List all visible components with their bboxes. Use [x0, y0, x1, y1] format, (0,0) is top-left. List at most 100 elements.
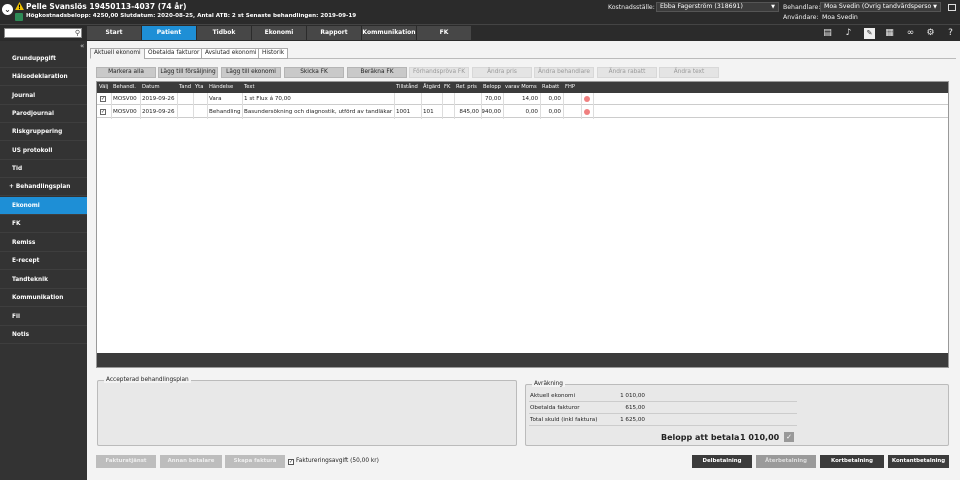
change-text-button[interactable]: Ändra text — [659, 67, 719, 78]
popout-window-icon[interactable] — [948, 4, 956, 11]
cost-center-select[interactable]: Ebba Fagerström (318691) ▼ — [656, 2, 779, 12]
col-divider — [503, 93, 504, 119]
notes-icon[interactable]: ✎ — [864, 28, 875, 39]
card-payment-button[interactable]: Kortbetalning — [820, 455, 884, 468]
sidebar-item-fil[interactable]: Fil — [0, 308, 87, 326]
invoice-service-button[interactable]: Fakturatjänst — [96, 455, 156, 468]
expand-icon[interactable]: + — [9, 184, 14, 190]
col-fhp[interactable]: FHP — [563, 82, 581, 93]
col-belopp[interactable]: Belopp — [481, 82, 503, 93]
table-row[interactable]: ✓ MOSV00 2019-09-26 Vara 1 st Flux á 70,… — [97, 93, 948, 105]
tab-historik[interactable]: Historik — [258, 48, 289, 59]
user-value: Moa Svedin — [822, 14, 858, 21]
sidebar-item-tandteknik[interactable]: Tandteknik — [0, 271, 87, 289]
row-checkbox[interactable]: ✓ — [100, 96, 106, 102]
sidebar-item-grunduppgift[interactable]: Grunduppgift — [0, 50, 87, 68]
sidebar-item-fk[interactable]: FK — [0, 215, 87, 233]
tab-rapport[interactable]: Rapport — [307, 26, 361, 40]
change-price-button[interactable]: Ändra pris — [472, 67, 532, 78]
practitioner-label: Behandlare: — [783, 4, 821, 11]
table-row[interactable]: ✓ MOSV00 2019-09-26 Behandling Basunders… — [97, 106, 948, 118]
col-rabatt[interactable]: Rabatt — [540, 82, 563, 93]
tab-patient[interactable]: Patient — [142, 26, 196, 40]
change-discount-button[interactable]: Ändra rabatt — [597, 67, 657, 78]
col-divider — [540, 93, 541, 119]
col-handelse[interactable]: Händelse — [207, 82, 242, 93]
tab-start[interactable]: Start — [87, 26, 141, 40]
cash-payment-button[interactable]: Kontantbetalning — [888, 455, 949, 468]
cell-behandl: MOSV00 — [113, 109, 137, 115]
summary-panel: Avräkning Aktuell ekonomi 1 010,00 Obeta… — [525, 381, 949, 446]
change-practitioner-button[interactable]: Ändra behandlare — [534, 67, 594, 78]
sidebar-item-halsodeklaration[interactable]: Hälsodeklaration — [0, 68, 87, 86]
add-sale-button[interactable]: Lägg till försäljning — [158, 67, 218, 78]
partial-payment-button[interactable]: Delbetalning — [692, 455, 752, 468]
invoice-fee-checkbox[interactable]: ✓ — [288, 459, 294, 465]
col-valj[interactable]: Välj — [97, 82, 111, 93]
add-economy-button[interactable]: Lägg till ekonomi — [221, 67, 281, 78]
tab-kommunikation[interactable]: Kommunikation — [362, 26, 416, 40]
tab-tidbok[interactable]: Tidbok — [197, 26, 251, 40]
cell-fk — [442, 106, 454, 118]
sidebar-item-remiss[interactable]: Remiss — [0, 234, 87, 252]
other-payer-button[interactable]: Annan betalare — [160, 455, 222, 468]
create-invoice-button[interactable]: Skapa faktura — [225, 455, 285, 468]
send-fk-button[interactable]: Skicka FK — [284, 67, 344, 78]
sidebar-item-journal[interactable]: Journal — [0, 87, 87, 105]
link-icon[interactable]: ∞ — [905, 28, 916, 39]
cell-handelse: Behandling — [209, 109, 241, 115]
document-icon[interactable]: ▤ — [822, 28, 833, 39]
row-checkbox[interactable]: ✓ — [100, 109, 106, 115]
col-fk[interactable]: FK — [442, 82, 454, 93]
sidebar-item-notis[interactable]: Notis — [0, 326, 87, 344]
col-atgard[interactable]: Åtgärd — [421, 82, 442, 93]
tab-obetalda-fakturor[interactable]: Obetalda fakturor — [144, 48, 204, 59]
calendar-icon[interactable]: ▦ — [884, 28, 895, 39]
cell-tand — [177, 106, 193, 118]
gear-icon[interactable]: ⚙ — [925, 28, 936, 39]
help-icon[interactable]: ? — [945, 28, 956, 39]
tab-fk[interactable]: FK — [417, 26, 471, 40]
sidebar-item-behandlingsplan[interactable]: + Behandlingsplan — [0, 178, 87, 196]
sidebar-item-us-protokoll[interactable]: US protokoll — [0, 142, 87, 160]
delete-row-icon[interactable] — [584, 109, 590, 115]
sidebar-item-e-recept[interactable]: E-recept — [0, 252, 87, 270]
cell-fk — [442, 93, 454, 105]
calculate-fk-button[interactable]: Beräkna FK — [347, 67, 407, 78]
chevron-down-icon: ▼ — [933, 4, 937, 10]
sidebar-item-parodjournal[interactable]: Parodjournal — [0, 105, 87, 123]
tab-avslutad-ekonomi[interactable]: Avslutad ekonomi — [201, 48, 261, 59]
sidebar-item-tid[interactable]: Tid — [0, 160, 87, 178]
cell-atgard: 101 — [423, 109, 434, 115]
col-tand[interactable]: Tand — [177, 82, 193, 93]
summary-value-total-skuld: 1 625,00 — [620, 417, 645, 423]
cell-datum: 2019-09-26 — [142, 109, 175, 115]
col-tillstand[interactable]: Tillstånd — [394, 82, 421, 93]
col-behandl[interactable]: Behandl. — [111, 82, 140, 93]
tab-aktuell-ekonomi[interactable]: Aktuell ekonomi — [90, 48, 145, 59]
col-moms[interactable]: varav Moms — [503, 82, 540, 93]
col-datum[interactable]: Datum — [140, 82, 177, 93]
cell-behandl: MOSV00 — [113, 96, 137, 102]
search-icon: ⚲ — [74, 29, 80, 37]
patient-info: Högkostnadsbelopp: 4250,00 Slutdatum: 20… — [26, 13, 357, 19]
sidebar: « Grunduppgift Hälsodeklaration Journal … — [0, 41, 87, 480]
col-yta[interactable]: Yta — [193, 82, 207, 93]
col-ref-pris[interactable]: Ref. pris — [454, 82, 481, 93]
collapse-sidebar-icon[interactable]: « — [80, 42, 84, 50]
practitioner-select[interactable]: Moa Svedin (Övrig tandvårdsperso ▼ — [820, 2, 941, 12]
tab-ekonomi[interactable]: Ekonomi — [252, 26, 306, 40]
pretest-fk-button[interactable]: Förhandspröva FK — [409, 67, 469, 78]
bell-icon[interactable]: ♪ — [843, 28, 854, 39]
delete-row-icon[interactable] — [584, 96, 590, 102]
check-icon[interactable]: ✓ — [784, 432, 794, 442]
refund-button[interactable]: Återbetalning — [756, 455, 816, 468]
search-input[interactable]: ⚲ — [4, 28, 82, 38]
app-logo-icon[interactable]: ⌄ — [2, 4, 13, 15]
sidebar-item-kommunikation[interactable]: Kommunikation — [0, 289, 87, 307]
col-text[interactable]: Text — [242, 82, 394, 93]
sidebar-item-ekonomi[interactable]: Ekonomi — [0, 197, 87, 215]
col-divider — [454, 93, 455, 119]
sidebar-item-riskgruppering[interactable]: Riskgruppering — [0, 123, 87, 141]
select-all-button[interactable]: Markera alla — [96, 67, 156, 78]
